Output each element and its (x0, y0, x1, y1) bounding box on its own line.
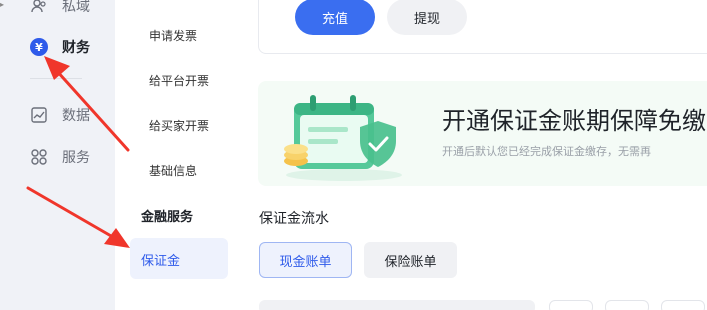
banner-description: 开通后默认您已经完成保证金缴存，无需再 (442, 145, 651, 158)
primary-nav-rail: ▸ 私域 ¥ 财务 数据 服务 (0, 0, 115, 310)
section-title-deposit-flow: 保证金流水 (259, 211, 329, 227)
filter-input[interactable] (259, 300, 535, 310)
rail-item-label: 数据 (62, 108, 90, 124)
submenu-item-label: 保证金 (141, 254, 181, 269)
collapse-caret-icon[interactable]: ▸ (0, 0, 6, 10)
filter-button[interactable] (549, 300, 593, 310)
tab-insurance-bill[interactable]: 保险账单 (364, 242, 457, 278)
grid-icon (30, 148, 48, 166)
rail-item-finance[interactable]: ¥ 财务 (30, 33, 90, 61)
submenu-item-deposit[interactable]: 保证金 (130, 238, 228, 279)
withdraw-button[interactable]: 提现 (387, 0, 467, 35)
main-content: 充值 提现 开通保证金账期保障免缴 开通后默认您已经完成保证金缴存，无需再 保证… (243, 0, 707, 310)
filter-button[interactable] (605, 300, 649, 310)
filter-button[interactable] (661, 300, 705, 310)
tab-cash-bill[interactable]: 现金账单 (259, 242, 352, 278)
submenu-group-financial-services: 金融服务 (141, 210, 194, 225)
submenu-item-apply-invoice[interactable]: 申请发票 (149, 27, 197, 44)
banner-title: 开通保证金账期保障免缴 (442, 107, 706, 135)
calendar-shield-illustration (284, 95, 402, 181)
balance-card: 充值 提现 (258, 0, 707, 54)
finance-submenu: 申请发票 给平台开票 给买家开票 基础信息 金融服务 保证金 (115, 0, 243, 310)
yen-glyph: ¥ (30, 38, 48, 56)
rail-item-private-domain[interactable]: 私域 (30, 0, 90, 20)
rail-item-label: 财务 (62, 40, 90, 56)
rail-item-data[interactable]: 数据 (30, 101, 90, 129)
user-group-icon (30, 0, 48, 15)
deposit-guarantee-banner[interactable]: 开通保证金账期保障免缴 开通后默认您已经完成保证金缴存，无需再 (258, 81, 707, 186)
submenu-item-basic-info[interactable]: 基础信息 (149, 162, 197, 179)
rail-divider (30, 78, 82, 79)
chart-icon (30, 106, 48, 124)
submenu-item-invoice-buyer[interactable]: 给买家开票 (149, 117, 209, 134)
rail-item-label: 服务 (62, 150, 90, 166)
rail-item-label: 私域 (62, 0, 90, 15)
recharge-button[interactable]: 充值 (295, 0, 375, 35)
submenu-item-invoice-platform[interactable]: 给平台开票 (149, 72, 209, 89)
rail-item-service[interactable]: 服务 (30, 143, 90, 171)
yen-icon: ¥ (30, 38, 48, 56)
